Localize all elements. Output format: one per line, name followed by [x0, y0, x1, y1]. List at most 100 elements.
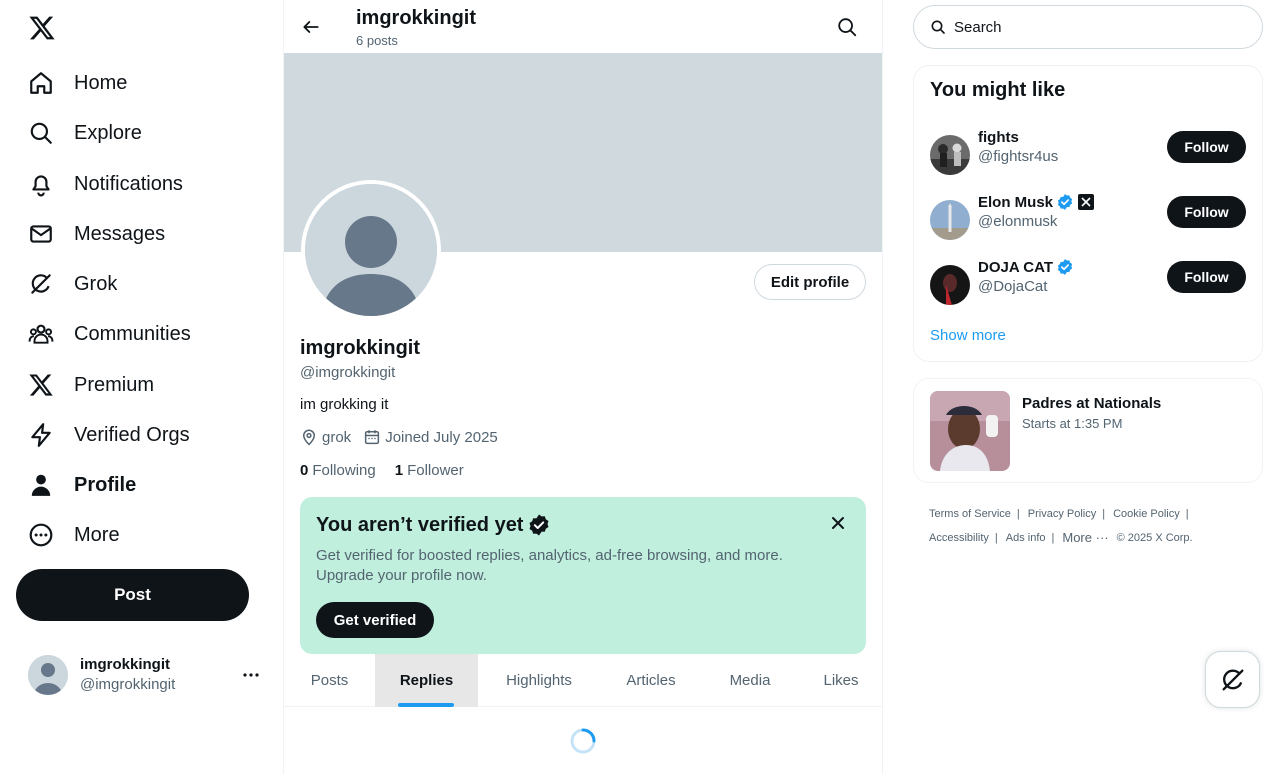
suggestion-name: Elon Musk	[978, 193, 1054, 211]
suggestion-item[interactable]: fights @fightsr4us Follow	[930, 127, 1246, 183]
nav-notifications[interactable]: Notifications	[28, 164, 183, 204]
show-more-link[interactable]: Show more	[930, 327, 1006, 344]
avatar[interactable]	[930, 135, 970, 175]
get-verified-button[interactable]: Get verified	[316, 602, 434, 638]
nav-communities[interactable]: Communities	[28, 314, 191, 354]
nav-notifications-label: Notifications	[74, 172, 183, 195]
home-icon	[28, 70, 54, 96]
footer-links: Terms of Service | Privacy Policy | Cookie…	[929, 502, 1249, 550]
follow-button[interactable]: Follow	[1167, 196, 1246, 228]
nav-profile[interactable]: Profile	[28, 465, 136, 505]
profile-bio: im grokking it	[300, 396, 389, 413]
follow-button[interactable]: Follow	[1167, 131, 1246, 163]
nav-explore-label: Explore	[74, 121, 142, 144]
event-card[interactable]: Padres at Nationals Starts at 1:35 PM	[913, 378, 1263, 483]
tab-media[interactable]: Media	[702, 654, 798, 707]
footer-link-privacy[interactable]: Privacy Policy	[1028, 502, 1096, 526]
calendar-icon	[363, 428, 381, 446]
event-time: Starts at 1:35 PM	[1022, 416, 1123, 431]
footer-link-ads-info[interactable]: Ads info	[1006, 526, 1046, 550]
suggestion-item[interactable]: Elon Musk @elonmusk Follow	[930, 192, 1246, 248]
profile-avatar[interactable]	[301, 180, 441, 320]
grok-icon	[1219, 666, 1247, 694]
nav-verified-orgs[interactable]: Verified Orgs	[28, 415, 190, 455]
tab-articles-label: Articles	[626, 672, 676, 689]
suggestion-handle: @fightsr4us	[978, 148, 1059, 165]
footer-separator: |	[994, 532, 998, 544]
profile-location: grok	[322, 428, 352, 446]
account-switcher[interactable]: imgrokkingit @imgrokkingit	[16, 645, 271, 705]
footer-separator: |	[1016, 508, 1020, 520]
profile-name: imgrokkingit	[300, 337, 421, 359]
lightning-icon	[28, 422, 54, 448]
follow-button[interactable]: Follow	[1167, 261, 1246, 293]
suggestion-handle: @DojaCat	[978, 278, 1048, 295]
event-image	[930, 391, 1010, 471]
search-box[interactable]	[913, 5, 1263, 49]
nav-profile-label: Profile	[74, 473, 137, 496]
account-handle: @imgrokkingit	[80, 676, 176, 693]
header-posts-count: 6 posts	[356, 33, 398, 48]
tab-highlights-label: Highlights	[506, 672, 572, 689]
suggestion-name: DOJA CAT	[978, 258, 1053, 276]
nav-home-label: Home	[74, 71, 128, 94]
nav-home[interactable]: Home	[28, 63, 127, 103]
avatar[interactable]	[930, 265, 970, 305]
profile-tabs: Posts Replies Highlights Articles Media …	[284, 654, 882, 707]
footer-link-cookies[interactable]: Cookie Policy	[1113, 502, 1180, 526]
following-label: Following	[312, 462, 376, 479]
footer-more-label: More	[1062, 530, 1092, 545]
nav-grok[interactable]: Grok	[28, 264, 117, 304]
suggestion-name: fights	[978, 128, 1019, 146]
post-button[interactable]: Post	[16, 569, 249, 621]
nav-premium[interactable]: Premium	[28, 365, 154, 405]
more-circle-icon	[28, 522, 54, 548]
nav-grok-label: Grok	[74, 272, 118, 295]
nav-communities-label: Communities	[74, 322, 191, 345]
footer-copyright: © 2025 X Corp.	[1116, 532, 1193, 544]
left-sidebar: Home Explore Notifications Messages Grok…	[0, 0, 283, 774]
followers-link[interactable]: 1 Follower	[395, 462, 464, 479]
edit-profile-button[interactable]: Edit profile	[754, 264, 866, 300]
followers-label: Follower	[407, 462, 464, 479]
tab-posts[interactable]: Posts	[284, 654, 375, 707]
tab-likes[interactable]: Likes	[798, 654, 882, 707]
event-title: Padres at Nationals	[1022, 395, 1162, 412]
avatar[interactable]	[930, 200, 970, 240]
loading-spinner-icon	[570, 728, 596, 754]
nav-more-label: More	[74, 523, 120, 546]
ellipsis-icon[interactable]	[241, 665, 261, 685]
back-arrow-icon[interactable]	[298, 14, 324, 40]
tab-highlights[interactable]: Highlights	[478, 654, 600, 707]
verify-card-line-1: Get verified for boosted replies, analyt…	[316, 547, 783, 564]
verified-badge-icon	[1056, 258, 1074, 276]
tab-replies[interactable]: Replies	[375, 654, 478, 707]
nav-more[interactable]: More	[28, 515, 120, 555]
tab-media-label: Media	[729, 672, 771, 689]
verify-card-title-text: You aren’t verified yet	[316, 513, 524, 536]
suggestion-item[interactable]: DOJA CAT @DojaCat Follow	[930, 257, 1246, 313]
search-input[interactable]	[954, 18, 1234, 36]
profile-joined-date: Joined July 2025	[385, 428, 498, 446]
search-icon[interactable]	[836, 16, 858, 38]
nav-explore[interactable]: Explore	[28, 113, 142, 153]
profile-handle: @imgrokkingit	[300, 364, 396, 381]
location-pin-icon	[300, 428, 318, 446]
footer-more-menu[interactable]: More ···	[1062, 526, 1108, 550]
communities-icon	[28, 321, 54, 347]
footer-link-accessibility[interactable]: Accessibility	[929, 526, 989, 550]
ellipsis-icon: ···	[1095, 530, 1109, 545]
grok-chat-button[interactable]	[1205, 651, 1260, 708]
nav-messages[interactable]: Messages	[28, 214, 165, 254]
following-link[interactable]: 0 Following	[300, 462, 376, 479]
tab-likes-label: Likes	[823, 672, 859, 689]
x-logo-icon[interactable]	[28, 14, 56, 42]
footer-link-terms[interactable]: Terms of Service	[929, 502, 1011, 526]
profile-meta: grok Joined July 2025	[300, 428, 510, 446]
account-name: imgrokkingit	[80, 656, 171, 673]
tab-articles[interactable]: Articles	[600, 654, 702, 707]
tab-replies-label: Replies	[399, 672, 454, 689]
header-profile-name: imgrokkingit	[356, 7, 477, 29]
followers-count: 1	[394, 462, 404, 479]
close-icon[interactable]	[828, 513, 848, 533]
